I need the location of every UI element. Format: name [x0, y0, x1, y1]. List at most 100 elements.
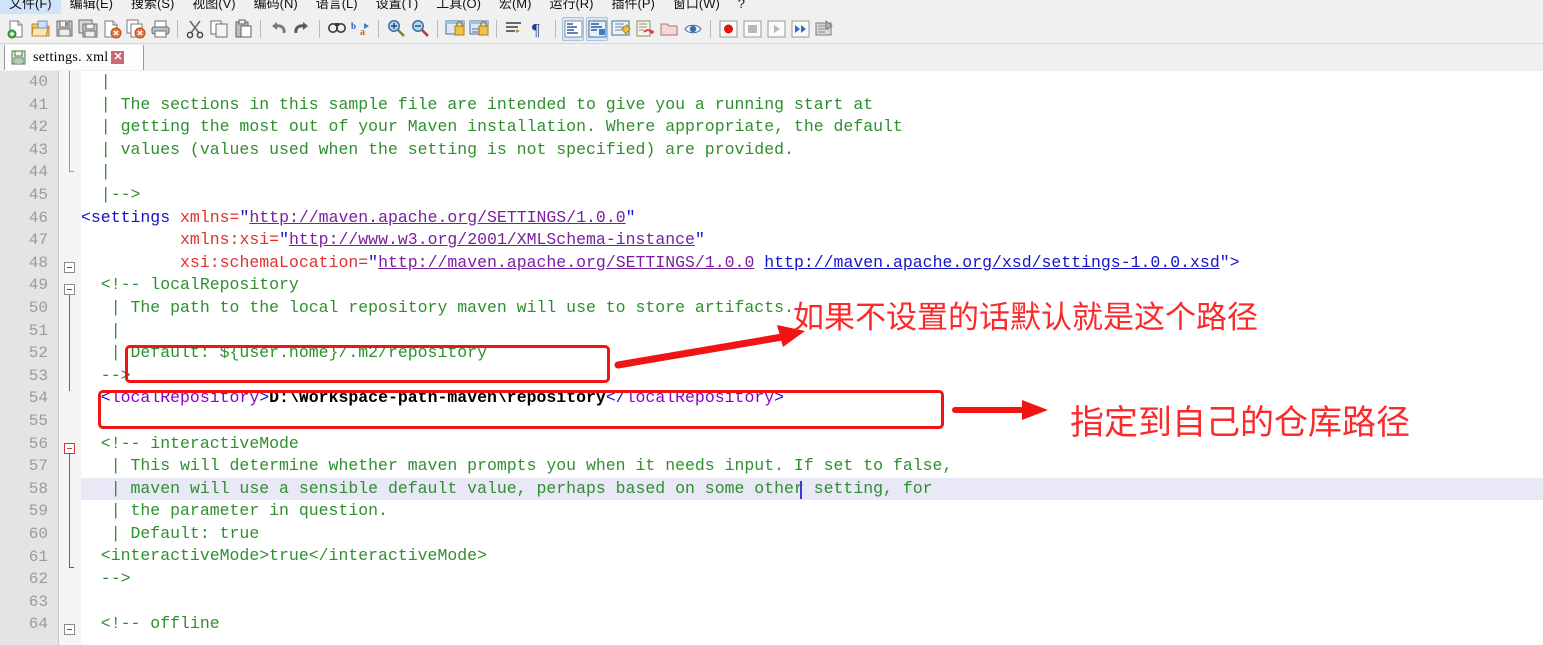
menu-encoding[interactable]: 编码(N)	[245, 0, 307, 14]
menu-view[interactable]: 视图(V)	[183, 0, 244, 14]
code-line[interactable]: | Default: true	[81, 523, 1543, 546]
menu-search[interactable]: 搜索(S)	[122, 0, 183, 14]
save-icon[interactable]	[53, 17, 75, 41]
code-token: |	[81, 72, 111, 91]
code-token: | The sections in this sample file are i…	[81, 94, 874, 114]
code-line[interactable]: xmlns:xsi="http://www.w3.org/2001/XMLSch…	[81, 229, 1543, 252]
fold-collapse-marker[interactable]	[64, 262, 75, 273]
code-line[interactable]: <!-- offline	[81, 613, 1543, 636]
show-doc-map-icon[interactable]	[610, 17, 632, 41]
code-line[interactable]: <!-- localRepository	[81, 274, 1543, 297]
code-line[interactable]: |	[81, 320, 1543, 343]
code-line[interactable]: |	[81, 161, 1543, 184]
code-token: "	[368, 252, 379, 272]
code-token: -->	[81, 569, 131, 589]
fold-collapse-marker[interactable]	[64, 443, 75, 454]
word-wrap-icon[interactable]	[503, 17, 525, 41]
code-line[interactable]: -->	[81, 568, 1543, 591]
fold-collapse-marker[interactable]	[64, 624, 75, 635]
zoom-out-icon[interactable]	[409, 17, 431, 41]
menu-run[interactable]: 运行(R)	[540, 0, 602, 14]
code-token: <settings	[81, 207, 181, 227]
line-number: 62	[28, 570, 48, 589]
code-line[interactable]	[81, 591, 1543, 614]
stop-recording-icon[interactable]	[741, 17, 763, 41]
run-macro-multiple-icon[interactable]	[789, 17, 811, 41]
copy-icon[interactable]	[208, 17, 230, 41]
code-line[interactable]: |	[81, 71, 1543, 94]
code-line[interactable]: |-->	[81, 184, 1543, 207]
code-line[interactable]: | Default: ${user.home}/.m2/repository	[81, 342, 1543, 365]
toolbar-separator	[710, 19, 711, 38]
show-indent-guide-icon[interactable]	[562, 16, 584, 41]
line-number: 54	[28, 389, 48, 408]
menu-window[interactable]: 窗口(W)	[664, 0, 729, 14]
toolbar-separator	[260, 19, 261, 38]
menu-plugins[interactable]: 插件(P)	[603, 0, 664, 14]
code-line[interactable]: -->	[81, 365, 1543, 388]
close-icon[interactable]: ✕	[111, 51, 125, 64]
code-line[interactable]: <localRepository>D:\Workspace-path-maven…	[81, 387, 1543, 410]
code-token: xmlns	[180, 207, 230, 227]
fold-collapse-marker[interactable]	[64, 284, 75, 295]
code-line[interactable]: <settings xmlns="http://maven.apache.org…	[81, 207, 1543, 230]
svg-text:b: b	[351, 21, 356, 31]
close-file-icon[interactable]	[101, 17, 123, 41]
sync-horizontal-scroll-icon[interactable]	[468, 17, 490, 41]
cut-icon[interactable]	[184, 17, 206, 41]
find-icon[interactable]	[326, 17, 348, 41]
record-macro-icon[interactable]	[717, 17, 739, 41]
code-token: ">	[1219, 252, 1240, 272]
code-line[interactable]	[81, 410, 1543, 433]
close-all-icon[interactable]	[125, 17, 147, 41]
code-token: D:\Workspace-path-maven\repository	[269, 388, 606, 408]
code-line[interactable]: <!-- interactiveMode	[81, 433, 1543, 456]
code-area[interactable]: | | The sections in this sample file are…	[81, 71, 1543, 645]
paste-icon[interactable]	[232, 17, 254, 41]
code-line[interactable]: | maven will use a sensible default valu…	[81, 477, 1543, 501]
save-all-icon[interactable]	[77, 17, 99, 41]
zoom-in-icon[interactable]	[385, 17, 407, 41]
run-icon[interactable]	[813, 17, 835, 41]
function-list-icon[interactable]	[634, 17, 656, 41]
monitoring-icon[interactable]	[682, 17, 704, 41]
replace-icon[interactable]: b a	[350, 17, 372, 41]
user-defined-dialog-icon[interactable]	[586, 16, 608, 41]
menu-edit[interactable]: 编辑(E)	[61, 0, 122, 14]
menu-tools[interactable]: 工具(O)	[427, 0, 490, 14]
code-token: <!-- localRepository	[81, 275, 299, 295]
redo-icon[interactable]	[291, 17, 313, 41]
menu-help[interactable]: ?	[729, 0, 754, 14]
code-line[interactable]: | values (values used when the setting i…	[81, 139, 1543, 162]
line-number: 57	[28, 457, 48, 476]
editor-pane[interactable]: 40 41 42 43 44 45 46 47 48 49 50 51 52 53 54 55 56 57 58 59…	[0, 71, 1543, 645]
code-line[interactable]: | the parameter in question.	[81, 500, 1543, 523]
code-line[interactable]: <interactiveMode>true</interactiveMode>	[81, 545, 1543, 568]
open-file-icon[interactable]	[29, 17, 51, 41]
line-number: 42	[28, 118, 48, 137]
folder-as-workspace-icon[interactable]	[658, 17, 680, 41]
menu-file[interactable]: 文件(F)	[0, 0, 61, 14]
menu-settings[interactable]: 设置(T)	[367, 0, 428, 14]
line-number: 63	[28, 592, 48, 611]
tab-settings-xml[interactable]: settings. xml ✕	[4, 45, 144, 70]
print-icon[interactable]	[149, 17, 171, 41]
line-number: 45	[28, 186, 48, 204]
code-line[interactable]: xsi:schemaLocation="http://maven.apache.…	[81, 252, 1543, 275]
code-line[interactable]: | getting the most out of your Maven ins…	[81, 116, 1543, 139]
code-line[interactable]: | The sections in this sample file are i…	[81, 94, 1543, 117]
fold-margin[interactable]	[59, 71, 81, 645]
undo-icon[interactable]	[267, 17, 289, 41]
line-number: 43	[28, 140, 48, 159]
show-all-characters-icon[interactable]: ¶	[527, 17, 549, 41]
menu-macro[interactable]: 宏(M)	[490, 0, 541, 14]
toolbar-separator	[437, 19, 438, 38]
play-macro-icon[interactable]	[765, 17, 787, 41]
sync-vertical-scroll-icon[interactable]	[444, 17, 466, 41]
menu-language[interactable]: 语言(L)	[307, 0, 367, 14]
code-line[interactable]: | This will determine whether maven prom…	[81, 455, 1543, 478]
code-line[interactable]: | The path to the local repository maven…	[81, 297, 1543, 320]
new-file-icon[interactable]	[5, 17, 27, 41]
